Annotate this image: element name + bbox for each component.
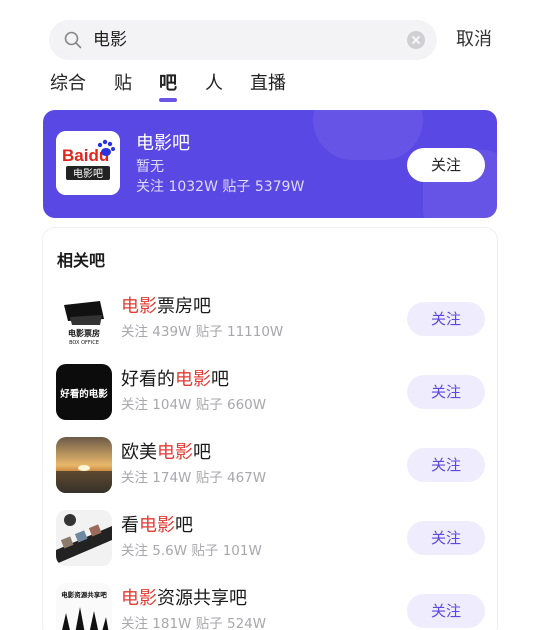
tab-live[interactable]: 直播 [250,72,286,96]
follow-button[interactable]: 关注 [407,375,485,409]
bar-name: 好看的电影吧 [121,369,229,390]
search-input[interactable]: 电影 [93,29,127,51]
related-bars-section: 相关吧 电影票房 BOX OFFICE 电影票房吧 关注 439W 贴子 111… [43,228,497,630]
follow-button[interactable]: 关注 [407,448,485,482]
cancel-button[interactable]: 取消 [456,29,492,51]
list-item[interactable]: 电影资源共享吧 电影资源共享吧 关注 181W 贴子 524W 关注 [43,583,497,630]
bar-name: 电影票房吧 [121,296,211,317]
list-item[interactable]: 好看的电影 好看的电影吧 关注 104W 贴子 660W 关注 [43,364,497,428]
bar-name: 看电影吧 [121,515,193,536]
bar-thumbnail [56,510,112,566]
svg-text:电影票房: 电影票房 [68,328,100,338]
bar-thumbnail: 好看的电影 [56,364,112,420]
decoration [313,110,423,160]
search-row: 电影 取消 [0,20,546,62]
tab-people[interactable]: 人 [205,72,223,96]
hero-bar-card[interactable]: Baidu 电影吧 电影吧 暂无 关注 1032W 贴子 5379W 关注 [43,110,497,218]
hero-bar-name: 电影吧 [136,133,190,154]
tab-all[interactable]: 综合 [50,72,86,96]
baidu-logo-text: Baidu [62,146,109,165]
list-item[interactable]: 电影票房 BOX OFFICE 电影票房吧 关注 439W 贴子 11110W … [43,291,497,355]
list-item[interactable]: 欧美电影吧 关注 174W 贴子 467W 关注 [43,437,497,501]
bar-name: 欧美电影吧 [121,442,211,463]
section-title: 相关吧 [57,251,106,270]
bar-stats: 关注 181W 贴子 524W [121,616,267,630]
clear-icon[interactable] [407,31,425,49]
search-box[interactable]: 电影 [49,20,437,60]
bar-stats: 关注 439W 贴子 11110W [121,324,284,340]
bar-stats: 关注 174W 贴子 467W [121,470,267,486]
bar-name: 电影资源共享吧 [121,588,247,609]
active-tab-indicator [159,98,177,102]
tab-posts[interactable]: 贴 [114,72,132,96]
bar-stats: 关注 5.6W 贴子 101W [121,543,262,559]
follow-button[interactable]: 关注 [407,521,485,555]
bar-stats: 关注 104W 贴子 660W [121,397,267,413]
svg-text:电影资源共享吧: 电影资源共享吧 [61,590,107,599]
bar-logo: Baidu 电影吧 [56,131,120,195]
follow-button[interactable]: 关注 [407,302,485,336]
tab-bar: 综合 贴 吧 人 直播 [0,72,546,106]
list-item[interactable]: 看电影吧 关注 5.6W 贴子 101W 关注 [43,510,497,574]
follow-button[interactable]: 关注 [407,594,485,628]
bar-thumbnail [56,437,112,493]
svg-text:好看的电影: 好看的电影 [59,388,108,400]
tab-bars[interactable]: 吧 [159,72,177,96]
hero-bar-subtitle: 暂无 [136,159,164,175]
hero-bar-stats: 关注 1032W 贴子 5379W [136,179,305,195]
bar-thumbnail: 电影资源共享吧 [56,583,112,630]
search-icon [64,31,82,49]
bar-thumbnail: 电影票房 BOX OFFICE [56,291,112,347]
follow-button[interactable]: 关注 [407,148,485,182]
logo-caption: 电影吧 [73,167,103,180]
svg-text:BOX OFFICE: BOX OFFICE [69,340,99,346]
